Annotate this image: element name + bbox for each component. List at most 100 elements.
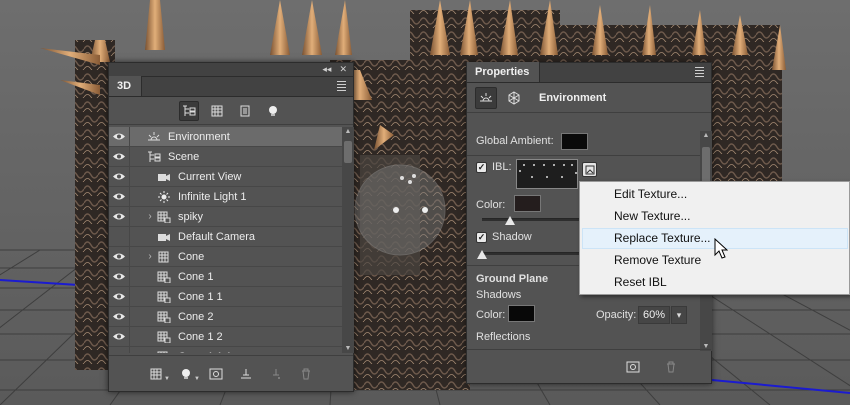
- shadow-label: Shadow: [492, 231, 532, 243]
- visibility-eye-icon[interactable]: [109, 206, 130, 227]
- shadow-softness-slider[interactable]: [482, 252, 582, 255]
- layer-list-scrollbar[interactable]: ▲ ▼: [342, 127, 354, 353]
- coordinates-icon[interactable]: [503, 87, 525, 109]
- layer-row-infinite-light-1[interactable]: Infinite Light 1: [109, 186, 342, 207]
- color-label: Color:: [476, 199, 506, 211]
- visibility-eye-icon[interactable]: [109, 226, 130, 247]
- scene-icon: [146, 150, 162, 164]
- camera-icon: [156, 170, 172, 184]
- visibility-eye-icon[interactable]: [109, 127, 130, 147]
- shadow-color-label: Color:: [476, 309, 506, 321]
- layer-row-scene[interactable]: Scene: [109, 146, 342, 167]
- visibility-eye-icon[interactable]: [109, 286, 130, 307]
- whole-scene-filter-icon[interactable]: [179, 100, 199, 121]
- properties-header: Environment: [467, 83, 711, 113]
- layer-row-cone-1-2[interactable]: Cone 1 2: [109, 326, 342, 347]
- panel-tabbar: Properties: [467, 62, 711, 83]
- layer-label: Cone 1: [178, 270, 214, 283]
- visibility-eye-icon[interactable]: [109, 246, 130, 267]
- tab-properties[interactable]: Properties: [467, 62, 541, 82]
- layer-row-cone[interactable]: › Cone: [109, 246, 342, 267]
- visibility-eye-icon[interactable]: [109, 326, 130, 347]
- layer-label: spiky: [178, 210, 204, 223]
- shadow-color-swatch[interactable]: [508, 305, 535, 322]
- layer-label: Scene: [168, 150, 200, 163]
- lights-filter-icon[interactable]: [263, 101, 283, 121]
- 3d-panel-toolbar: ▼ ▼: [109, 355, 353, 391]
- ibl-intensity-slider[interactable]: [482, 218, 582, 221]
- visibility-eye-icon[interactable]: [109, 266, 130, 287]
- opacity-input[interactable]: 60%: [638, 306, 670, 324]
- ibl-intensity-knob[interactable]: [505, 216, 515, 225]
- mesh-icon: [156, 270, 172, 284]
- layer-row-cone-1[interactable]: Cone 1: [109, 266, 342, 287]
- mesh-icon: [156, 310, 172, 324]
- layer-row-cone-1-1[interactable]: Cone 1 1: [109, 286, 342, 307]
- panel-menu-icon[interactable]: [690, 62, 708, 82]
- panel-chrome: ◂◂ ✕: [109, 63, 353, 77]
- ibl-texture-thumbnail[interactable]: [516, 159, 578, 189]
- menu-item-reset-ibl[interactable]: Reset IBL: [582, 272, 848, 293]
- layer-row-cone-2[interactable]: Cone 2: [109, 306, 342, 327]
- layer-row-spiky[interactable]: › spiky: [109, 206, 342, 227]
- visibility-eye-icon[interactable]: [109, 186, 130, 207]
- drop-to-ground-icon[interactable]: [236, 364, 256, 384]
- layer-row-cone-1-1-1[interactable]: Cone 1 1 1: [109, 346, 342, 354]
- scroll-up-icon[interactable]: ▲: [700, 132, 712, 139]
- scroll-up-icon[interactable]: ▲: [342, 128, 354, 135]
- mesh-icon: [156, 330, 172, 344]
- ibl-texture-menu-icon[interactable]: [582, 162, 597, 177]
- shadow-softness-knob[interactable]: [477, 250, 487, 259]
- environment-icon[interactable]: [475, 86, 497, 109]
- layer-label: Environment: [168, 130, 230, 143]
- add-light-icon[interactable]: ▼: [176, 364, 200, 384]
- visibility-eye-icon[interactable]: [109, 306, 130, 327]
- ibl-label: IBL:: [492, 161, 512, 173]
- camera-icon: [156, 230, 172, 244]
- tab-3d[interactable]: 3D: [109, 76, 143, 96]
- mesh-icon: [156, 290, 172, 304]
- environment-icon: [146, 130, 162, 144]
- global-ambient-label: Global Ambient:: [476, 135, 554, 147]
- layer-row-environment[interactable]: Environment: [109, 127, 342, 147]
- ibl-checkbox[interactable]: ✓: [476, 162, 487, 173]
- add-mesh-icon[interactable]: ▼: [146, 364, 170, 384]
- expand-chevron-icon[interactable]: ›: [144, 251, 156, 262]
- layer-row-default-camera[interactable]: Default Camera: [109, 226, 342, 247]
- menu-item-edit-texture[interactable]: Edit Texture...: [582, 184, 848, 205]
- light-icon: [156, 190, 172, 204]
- visibility-eye-icon[interactable]: [109, 346, 130, 353]
- shadows-label: Shadows: [476, 289, 522, 301]
- scroll-thumb[interactable]: [344, 141, 352, 163]
- layer-label: Cone: [178, 250, 205, 263]
- layer-label: Current View: [178, 170, 242, 183]
- mesh-icon: [156, 350, 172, 353]
- opacity-dropdown-icon[interactable]: ▾: [671, 306, 687, 324]
- 3d-panel: ◂◂ ✕ 3D Environment Scene Current View Infi…: [108, 62, 354, 392]
- materials-filter-icon[interactable]: [235, 101, 255, 121]
- visibility-eye-icon[interactable]: [109, 166, 130, 187]
- layer-label: Infinite Light 1: [178, 190, 247, 203]
- shadow-checkbox[interactable]: ✓: [476, 232, 487, 243]
- layer-label: Cone 1 2: [178, 330, 223, 343]
- delete-icon: [661, 357, 681, 377]
- render-icon: [266, 364, 286, 384]
- global-ambient-swatch[interactable]: [561, 133, 588, 150]
- new-scene-icon[interactable]: [206, 364, 226, 384]
- panel-tabbar: 3D: [109, 76, 353, 97]
- panel-menu-icon[interactable]: [332, 76, 350, 96]
- ibl-color-swatch[interactable]: [514, 195, 541, 212]
- layer-row-current-view[interactable]: Current View: [109, 166, 342, 187]
- close-icon[interactable]: ✕: [339, 64, 347, 75]
- menu-item-new-texture[interactable]: New Texture...: [582, 206, 848, 227]
- scroll-down-icon[interactable]: ▼: [342, 345, 354, 352]
- collapse-icon[interactable]: ◂◂: [322, 64, 331, 75]
- meshes-filter-icon[interactable]: [207, 101, 227, 121]
- expand-chevron-icon[interactable]: ›: [144, 211, 156, 222]
- properties-title: Environment: [539, 91, 607, 104]
- visibility-eye-icon[interactable]: [109, 146, 130, 167]
- new-scene-icon[interactable]: [623, 357, 643, 377]
- filter-bar: [109, 97, 353, 125]
- ground-plane-label: Ground Plane: [476, 273, 549, 285]
- layer-label: Cone 1 1 1: [178, 351, 232, 354]
